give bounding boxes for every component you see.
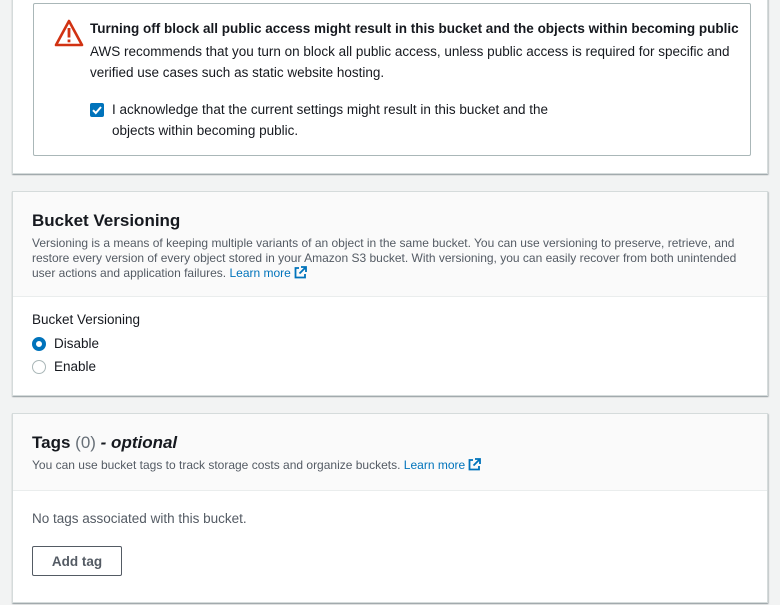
external-link-icon xyxy=(468,458,482,475)
warning-body: AWS recommends that you turn on block al… xyxy=(90,44,730,80)
versioning-learn-more-link[interactable]: Learn more xyxy=(229,266,307,283)
radio-enable[interactable] xyxy=(32,360,46,374)
public-access-warning: Turning off block all public access migh… xyxy=(33,3,751,156)
tags-header: Tags (0) - optional You can use bucket t… xyxy=(13,414,767,491)
radio-disable-label[interactable]: Disable xyxy=(54,335,99,353)
versioning-option-enable[interactable]: Enable xyxy=(32,358,152,378)
tags-title-row: Tags (0) - optional xyxy=(32,433,748,453)
versioning-option-disable[interactable]: Disable xyxy=(32,335,152,355)
add-tag-button[interactable]: Add tag xyxy=(32,546,122,576)
versioning-learn-more-label[interactable]: Learn more xyxy=(229,266,290,280)
tags-learn-more-link[interactable]: Learn more xyxy=(404,458,482,475)
versioning-header: Bucket Versioning Versioning is a means … xyxy=(13,192,767,297)
tags-count: (0) xyxy=(75,433,96,452)
tags-description: You can use bucket tags to track storage… xyxy=(32,458,748,475)
radio-disable[interactable] xyxy=(32,337,46,351)
radio-enable-label[interactable]: Enable xyxy=(54,358,96,376)
warning-title: Turning off block all public access migh… xyxy=(90,21,739,36)
tags-title: Tags xyxy=(32,433,71,452)
tags-optional: - optional xyxy=(100,433,178,452)
external-link-icon xyxy=(294,266,307,283)
versioning-description-text: Versioning is a means of keeping multipl… xyxy=(32,236,737,280)
versioning-description: Versioning is a means of keeping multipl… xyxy=(32,236,748,283)
bucket-versioning-panel: Bucket Versioning Versioning is a means … xyxy=(12,191,768,396)
acknowledge-checkbox[interactable] xyxy=(90,103,104,117)
tags-description-text: You can use bucket tags to track storage… xyxy=(32,458,401,472)
tags-learn-more-label[interactable]: Learn more xyxy=(404,458,465,472)
tags-empty-message: No tags associated with this bucket. xyxy=(32,511,247,526)
versioning-title: Bucket Versioning xyxy=(32,211,181,230)
warning-icon xyxy=(54,19,84,47)
tags-panel: Tags (0) - optional You can use bucket t… xyxy=(12,413,768,603)
checkmark-icon xyxy=(92,106,102,115)
block-public-access-panel: Turning off block all public access migh… xyxy=(12,0,768,174)
versioning-field-label: Bucket Versioning xyxy=(32,312,141,327)
acknowledge-label[interactable]: I acknowledge that the current settings … xyxy=(112,99,592,141)
